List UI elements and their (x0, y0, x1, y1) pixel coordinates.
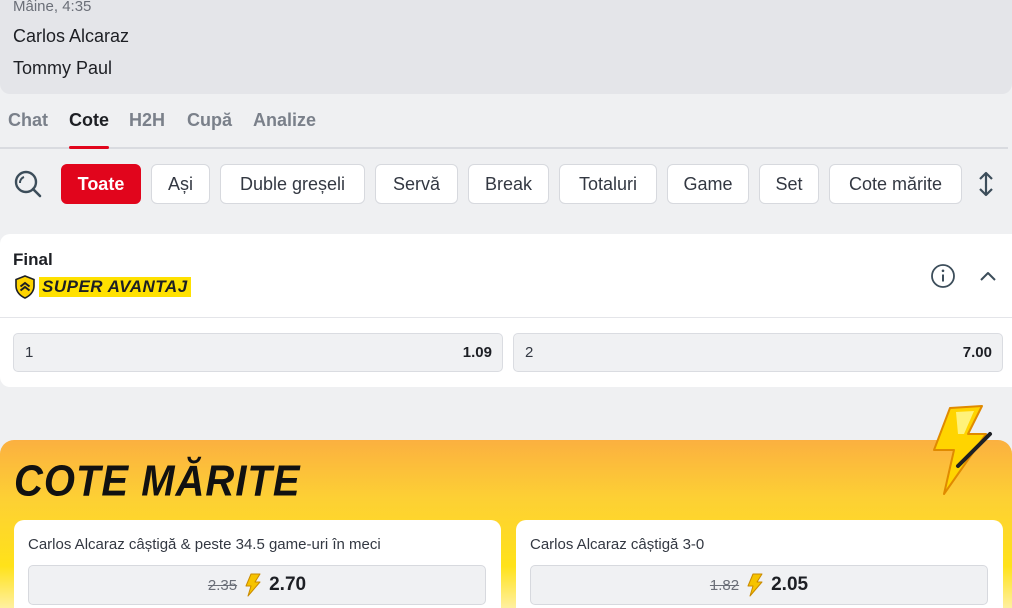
info-button[interactable] (930, 263, 956, 289)
odd-label: 2 (525, 344, 534, 361)
new-odd: 2.05 (771, 574, 809, 595)
filter-chip-serva[interactable]: Servă (375, 164, 458, 204)
market-title: Final (13, 250, 53, 269)
player-2-name: Tommy Paul (13, 58, 113, 78)
odd-value: 1.09 (462, 344, 492, 361)
super-avantaj-badge: SUPER AVANTAJ (13, 275, 191, 299)
boosted-odd-button[interactable]: 1.82 2.05 (530, 565, 988, 605)
info-icon (931, 264, 955, 288)
filter-chip-cote-marite[interactable]: Cote mărite (829, 164, 962, 204)
odd-label: 1 (25, 344, 34, 361)
cote-marite-title: COTE MĂRITE (14, 457, 301, 506)
boosted-odd-button[interactable]: 2.35 2.70 (28, 565, 486, 605)
filter-chip-break[interactable]: Break (468, 164, 549, 204)
odd-button-2[interactable]: 2 7.00 (513, 333, 1003, 372)
lightning-bolt-icon (933, 405, 992, 495)
collapse-button[interactable] (978, 266, 998, 286)
lightning-icon (747, 573, 763, 597)
tab-bar: Chat Cote H2H Cupă Analize (0, 95, 1008, 149)
active-tab-indicator (69, 146, 109, 149)
market-divider (0, 317, 1012, 318)
tab-h2h[interactable]: H2H (129, 110, 165, 131)
boost-card: Carlos Alcaraz câștigă & peste 34.5 game… (14, 520, 501, 608)
tab-cupa[interactable]: Cupă (187, 110, 232, 131)
search-icon (14, 170, 42, 198)
chevron-up-icon (980, 272, 996, 281)
filter-chip-totaluri[interactable]: Totaluri (559, 164, 657, 204)
sort-arrows-icon (979, 171, 993, 197)
cote-marite-section: COTE MĂRITE Carlos Alcaraz câștigă & pes… (0, 405, 1012, 608)
old-odd: 1.82 (709, 576, 740, 594)
match-header: Mâine, 4:35 Carlos Alcaraz Tommy Paul (0, 0, 1012, 94)
filter-chip-game[interactable]: Game (667, 164, 749, 204)
sort-button[interactable] (975, 169, 997, 199)
lightning-icon (245, 573, 261, 597)
match-time: Mâine, 4:35 (13, 0, 92, 15)
badge-label: SUPER AVANTAJ (39, 277, 191, 297)
boost-card-title: Carlos Alcaraz câștigă 3-0 (530, 536, 705, 553)
tab-analize[interactable]: Analize (253, 110, 316, 131)
tab-cote[interactable]: Cote (69, 110, 109, 131)
filter-chip-asi[interactable]: Ași (151, 164, 210, 204)
player-1-name: Carlos Alcaraz (13, 26, 130, 46)
tab-chat[interactable]: Chat (8, 110, 48, 131)
market-final: Final SUPER AVANTAJ 1 1.09 2 7.00 (0, 234, 1012, 387)
boost-card-title: Carlos Alcaraz câștigă & peste 34.5 game… (28, 536, 381, 553)
filter-chip-duble-greseli[interactable]: Duble greșeli (220, 164, 365, 204)
filter-chip-set[interactable]: Set (759, 164, 819, 204)
old-odd: 2.35 (207, 576, 238, 594)
boost-card: Carlos Alcaraz câștigă 3-0 1.82 2.05 (516, 520, 1003, 608)
odd-button-1[interactable]: 1 1.09 (13, 333, 503, 372)
filter-bar: Toate Ași Duble greșeli Servă Break Tota… (0, 163, 1012, 205)
odd-value: 7.00 (962, 344, 992, 361)
shield-chevron-icon (15, 275, 35, 299)
new-odd: 2.70 (269, 574, 307, 595)
filter-chip-toate[interactable]: Toate (61, 164, 141, 204)
search-button[interactable] (12, 167, 44, 201)
